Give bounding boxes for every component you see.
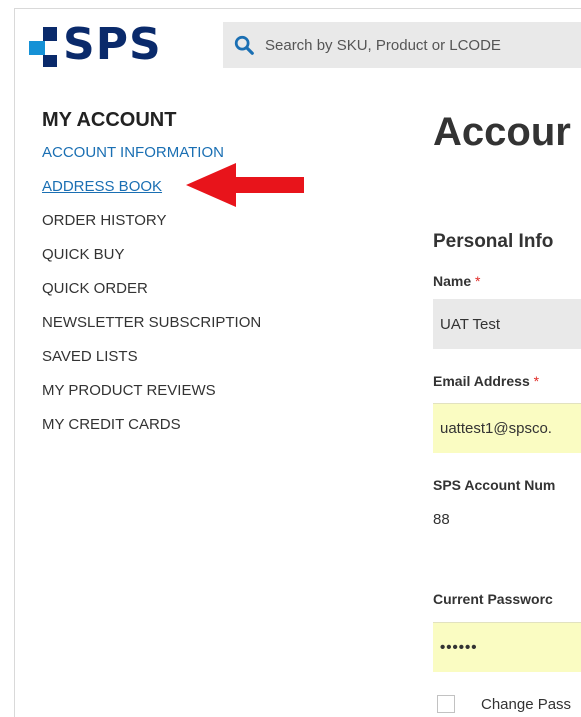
sidebar-item-quick-buy[interactable]: QUICK BUY <box>42 238 261 272</box>
current-password-value: •••••• <box>440 639 478 656</box>
sidebar-item-my-credit-cards[interactable]: MY CREDIT CARDS <box>42 408 261 442</box>
email-label-text: Email Address <box>433 373 530 389</box>
sidebar-item-label[interactable]: QUICK ORDER <box>42 280 148 297</box>
change-password-checkbox[interactable] <box>437 695 455 713</box>
sidebar-item-quick-order[interactable]: QUICK ORDER <box>42 272 261 306</box>
sidebar-item-saved-lists[interactable]: SAVED LISTS <box>42 340 261 374</box>
email-field[interactable]: uattest1@spsco. <box>433 403 581 453</box>
annotation-arrow-icon <box>186 163 304 207</box>
sidebar-item-newsletter-subscription[interactable]: NEWSLETTER SUBSCRIPTION <box>42 306 261 340</box>
logo-text: SPS <box>63 19 162 70</box>
account-main: Accour Personal Info Name * UAT Test Ema… <box>433 0 581 716</box>
sidebar-item-my-product-reviews[interactable]: MY PRODUCT REVIEWS <box>42 374 261 408</box>
sidebar-item-label[interactable]: QUICK BUY <box>42 246 125 263</box>
email-field-value: uattest1@spsco. <box>440 420 552 437</box>
name-field[interactable]: UAT Test <box>433 299 581 349</box>
sidebar-item-label[interactable]: ADDRESS BOOK <box>42 178 162 195</box>
current-password-label: Current Passworc <box>433 591 553 607</box>
section-title: Personal Info <box>433 231 554 252</box>
search-icon[interactable] <box>233 34 255 56</box>
sidebar-item-label[interactable]: NEWSLETTER SUBSCRIPTION <box>42 314 261 331</box>
sps-logo[interactable]: SPS <box>29 21 162 69</box>
sidebar-item-label[interactable]: SAVED LISTS <box>42 348 138 365</box>
sidebar-title: MY ACCOUNT <box>42 109 177 131</box>
account-number-value: 88 <box>433 511 450 528</box>
page-title: Accour <box>433 110 571 154</box>
name-label-text: Name <box>433 273 472 289</box>
change-password-label[interactable]: Change Pass <box>481 696 571 713</box>
current-password-field[interactable]: •••••• <box>433 622 581 672</box>
logo-mark-icon <box>29 23 59 67</box>
name-field-value: UAT Test <box>440 315 501 333</box>
account-number-label: SPS Account Num <box>433 477 556 493</box>
required-mark: * <box>475 273 481 289</box>
sidebar-item-label[interactable]: ORDER HISTORY <box>42 212 166 229</box>
sidebar-item-label[interactable]: MY PRODUCT REVIEWS <box>42 382 216 399</box>
account-sidebar: MY ACCOUNT ACCOUNT INFORMATION ADDRESS B… <box>42 108 261 442</box>
sidebar-item-label[interactable]: MY CREDIT CARDS <box>42 416 181 433</box>
name-label: Name * <box>433 273 480 289</box>
required-mark: * <box>533 373 540 389</box>
email-label: Email Address * <box>433 373 539 389</box>
sidebar-item-order-history[interactable]: ORDER HISTORY <box>42 204 261 238</box>
sidebar-item-label[interactable]: ACCOUNT INFORMATION <box>42 144 224 161</box>
